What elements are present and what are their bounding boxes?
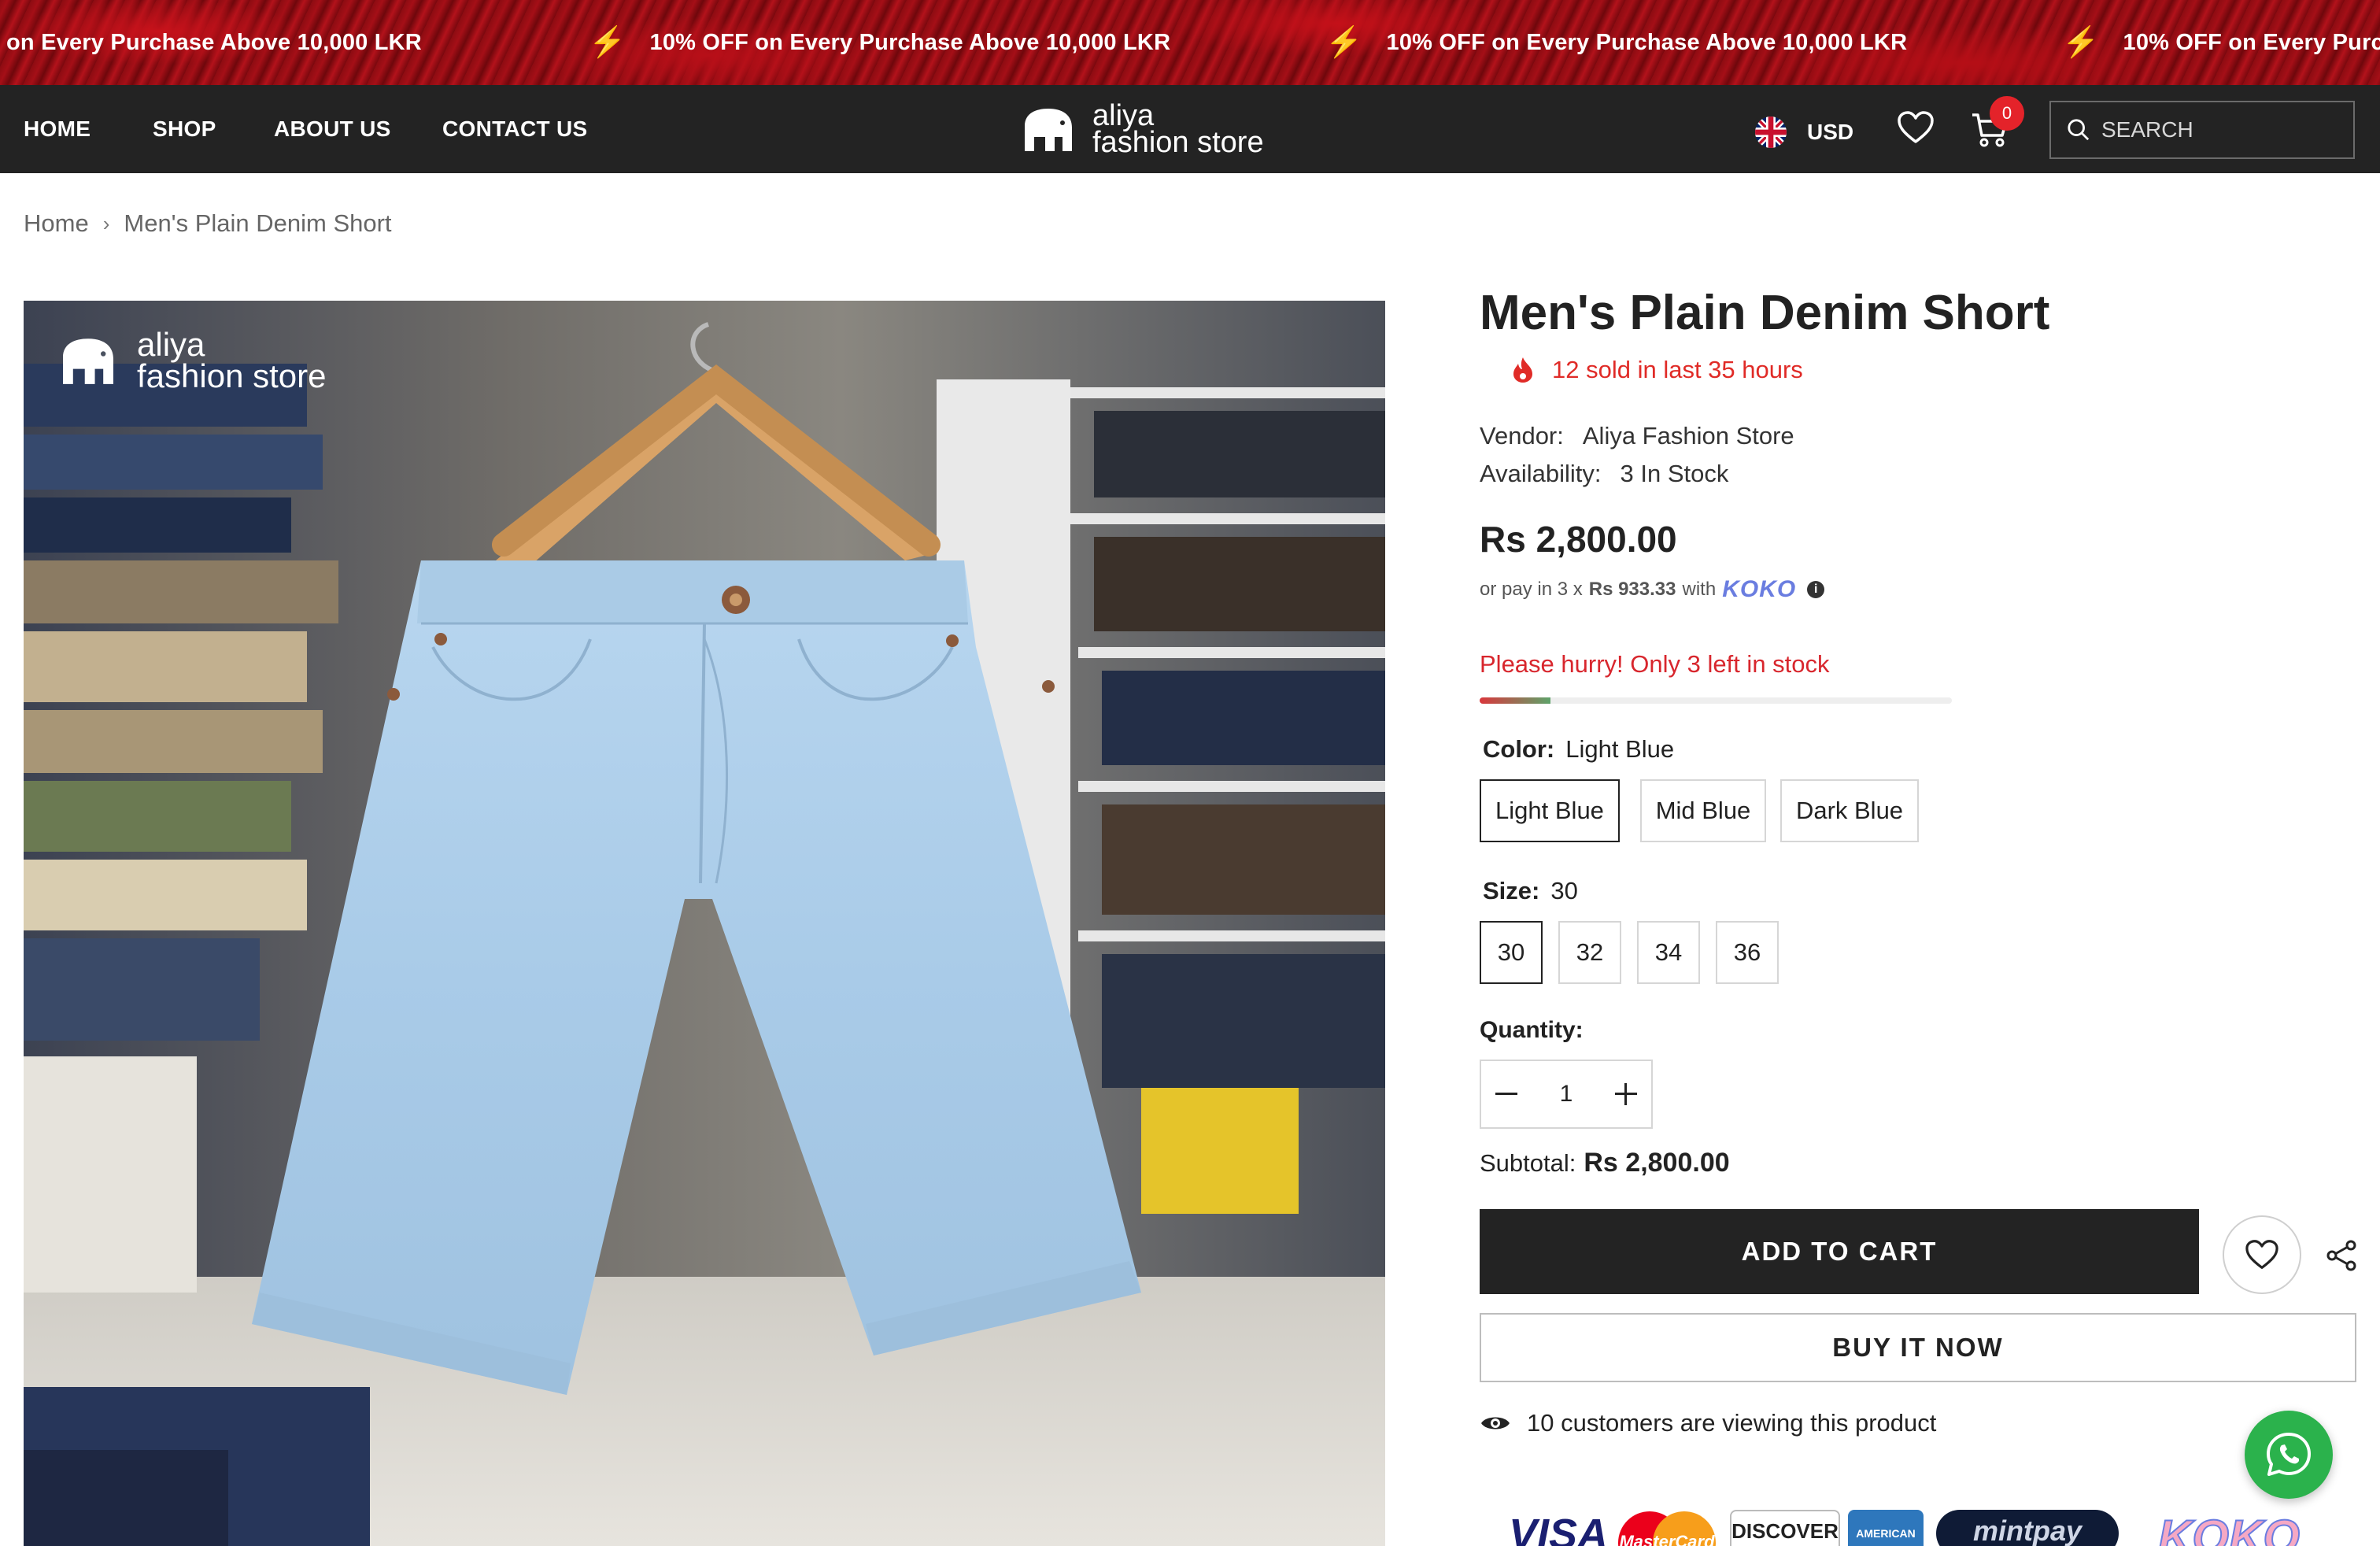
lightning-icon: ⚡ [589,26,626,59]
minus-icon[interactable] [1481,1061,1532,1127]
koko-amount: Rs 933.33 [1588,579,1676,600]
nav-shop[interactable]: SHOP [153,85,216,173]
stock-progress-fill [1480,697,1550,704]
payment-methods: VISA MasterCard DISCOVER AMERICAN mintpa… [1495,1505,2361,1546]
koko-with: with [1682,579,1717,600]
logo-text: aliya fashion store [1092,99,1264,159]
product-image[interactable]: aliya fashion store [24,301,1385,1546]
breadcrumb-home[interactable]: Home [24,209,89,238]
sold-text: 12 sold in last 35 hours [1552,356,1803,383]
announcement-item: ⚡ 10% OFF on Every Purchase Above 10,000… [1325,0,1907,85]
heart-icon[interactable] [1897,110,1935,148]
lightning-icon: ⚡ [2062,26,2100,59]
announcement-item: ⚡ 10% OFF on Every Purcha [2062,0,2380,85]
main-nav: HOME SHOP ABOUT US CONTACT US aliya fash… [0,85,2380,173]
buy-it-now-button[interactable]: BUY IT NOW [1480,1313,2356,1382]
koko-logo: KOKO [1722,576,1797,602]
discover-logo: DISCOVER [1730,1510,1840,1546]
announcement-item: ⚡ 10% OFF on Every Purchase Above 10,000… [589,0,1170,85]
product-price: Rs 2,800.00 [1480,519,1677,560]
color-label: Color: [1483,735,1555,763]
sold-indicator: 12 sold in last 35 hours [1511,356,1803,384]
currency-selector[interactable]: USD [1807,117,1853,148]
search-input[interactable] [2101,117,2353,142]
availability-row: Availability: 3 In Stock [1480,460,1728,488]
color-option-light-blue[interactable]: Light Blue [1480,779,1620,842]
vendor-row: Vendor: Aliya Fashion Store [1480,422,1794,450]
search-box[interactable] [2049,101,2355,159]
logo-line1: aliya [1092,99,1155,132]
color-selected: Light Blue [1565,735,1675,763]
quantity-input[interactable] [1535,1081,1598,1108]
plus-icon[interactable] [1601,1061,1651,1127]
lightning-icon: ⚡ [1325,26,1363,59]
announcement-text: on Every Purchase Above 10,000 LKR [6,29,422,55]
elephant-logo-icon [63,338,113,384]
stock-progress-bar [1480,697,1952,704]
image-watermark-logo: aliya fashion store [57,326,327,394]
add-to-cart-button[interactable]: ADD TO CART [1480,1209,2199,1294]
elephant-logo-icon [1025,109,1072,151]
color-label-row: Color: Light Blue [1483,735,1674,764]
product-photo [24,301,1385,1546]
size-option-30[interactable]: 30 [1480,921,1543,984]
viewers-row: 10 customers are viewing this product [1480,1409,1936,1437]
search-icon [2068,119,2090,141]
nav-home[interactable]: HOME [24,85,91,173]
announcement-text: 10% OFF on Every Purchase Above 10,000 L… [1386,29,1908,55]
koko-installment: or pay in 3 x Rs 933.33 with KOKO i [1480,576,1825,603]
availability-value: 3 In Stock [1620,460,1729,487]
vendor-value[interactable]: Aliya Fashion Store [1583,422,1794,449]
wishlist-button[interactable] [2223,1215,2301,1294]
announcement-item: on Every Purchase Above 10,000 LKR [6,0,422,85]
announcement-bar: on Every Purchase Above 10,000 LKR ⚡ 10%… [0,0,2380,85]
eye-icon [1481,1417,1510,1429]
stock-warning: Please hurry! Only 3 left in stock [1480,650,1830,678]
cart-count-badge: 0 [1990,96,2024,131]
announcement-text: 10% OFF on Every Purcha [2123,29,2380,55]
availability-label: Availability: [1480,460,1602,487]
mastercard-text: MasterCard [1619,1532,1715,1546]
image-logo-line2: fashion store [137,357,327,394]
image-logo-line1: aliya [137,326,205,363]
color-option-dark-blue[interactable]: Dark Blue [1780,779,1919,842]
share-icon[interactable] [2325,1239,2358,1275]
logo-line2: fashion store [1092,126,1264,159]
mintpay-logo: mintpay [1936,1510,2119,1546]
size-selected: 30 [1550,877,1578,904]
subtotal-label: Subtotal: [1480,1149,1576,1177]
store-logo[interactable]: aliya fashion store [1020,98,1264,161]
heart-icon [2245,1240,2278,1269]
nav-about-us[interactable]: ABOUT US [274,85,391,173]
breadcrumb-current: Men's Plain Denim Short [124,209,392,237]
quantity-label: Quantity: [1480,1017,1584,1043]
uk-flag-icon[interactable] [1755,117,1787,148]
subtotal-value: Rs 2,800.00 [1584,1148,1730,1178]
size-label-row: Size: 30 [1483,877,1578,905]
info-icon[interactable]: i [1807,581,1825,598]
announcement-text: 10% OFF on Every Purchase Above 10,000 L… [649,29,1171,55]
breadcrumb: Home › Men's Plain Denim Short [24,205,392,242]
whatsapp-chat-button[interactable] [2245,1411,2333,1499]
color-option-mid-blue[interactable]: Mid Blue [1640,779,1766,842]
chevron-right-icon: › [102,211,110,235]
fire-icon [1513,357,1532,383]
koko-prefix: or pay in 3 x [1480,579,1583,600]
koko-payment-logo: KOKO [2157,1510,2301,1546]
viewers-text: 10 customers are viewing this product [1527,1409,1937,1437]
subtotal-row: Subtotal: Rs 2,800.00 [1480,1148,1730,1178]
size-option-36[interactable]: 36 [1716,921,1779,984]
amex-logo: AMERICAN [1848,1510,1924,1546]
product-title: Men's Plain Denim Short [1480,286,2050,340]
visa-logo: VISA [1508,1511,1609,1546]
nav-contact-us[interactable]: CONTACT US [442,85,587,173]
mastercard-logo: MasterCard [1612,1510,1722,1546]
size-option-34[interactable]: 34 [1637,921,1700,984]
vendor-label: Vendor: [1480,422,1564,449]
image-logo-text: aliya fashion store [137,326,327,394]
quantity-stepper [1480,1060,1653,1129]
size-option-32[interactable]: 32 [1558,921,1621,984]
whatsapp-icon [2267,1433,2311,1476]
size-label: Size: [1483,877,1540,904]
